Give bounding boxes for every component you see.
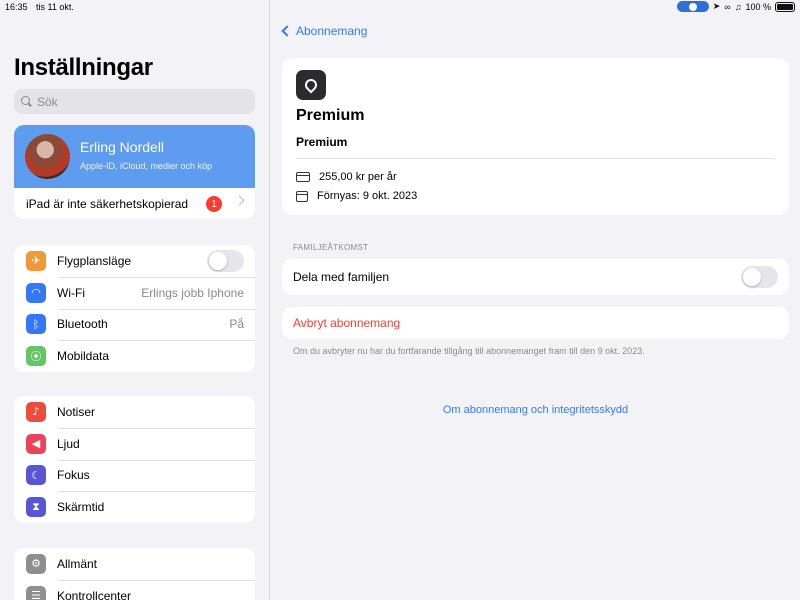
status-indicators: ➤ ∞ ♫ 100 % bbox=[676, 1, 795, 12]
back-button[interactable]: Abonnemang bbox=[280, 24, 367, 38]
search-bar[interactable] bbox=[14, 89, 255, 114]
sidebar-item-wifi[interactable]: ◠ Wi-Fi Erlings jobb Iphone bbox=[14, 276, 255, 309]
link-icon: ∞ bbox=[724, 1, 731, 12]
sidebar-item-focus[interactable]: ☾ Fokus bbox=[14, 459, 255, 492]
back-label: Abonnemang bbox=[296, 24, 368, 38]
status-time: 16:35 bbox=[5, 2, 28, 12]
bluetooth-value: På bbox=[229, 317, 244, 332]
speaker-icon: ◀ bbox=[26, 433, 46, 454]
sidebar-item-label: Bluetooth bbox=[57, 317, 108, 332]
sidebar-item-control-center[interactable]: ☰ Kontrollcenter bbox=[14, 579, 255, 600]
apple-id-row[interactable]: Erling Nordell Apple-ID, iCloud, medier … bbox=[14, 125, 255, 188]
cancel-subscription-label: Avbryt abonnemang bbox=[293, 316, 401, 330]
chevron-right-icon bbox=[234, 195, 245, 206]
sidebar-item-label: Mobildata bbox=[57, 349, 110, 364]
subscription-plan: Premium bbox=[296, 135, 348, 149]
location-icon: ➤ bbox=[712, 1, 721, 11]
bell-icon: ♪ bbox=[26, 401, 46, 422]
wifi-icon: ◠ bbox=[26, 282, 46, 303]
wifi-network-value: Erlings jobb Iphone bbox=[141, 285, 244, 300]
general-group: ⚙ Allmänt ☰ Kontrollcenter bbox=[14, 548, 255, 600]
family-sharing-label: Dela med familjen bbox=[293, 270, 390, 284]
antenna-icon: ⦿ bbox=[26, 346, 46, 367]
search-input[interactable] bbox=[37, 94, 237, 109]
page-title: Inställningar bbox=[14, 54, 153, 81]
bluetooth-icon: ᛒ bbox=[26, 314, 46, 335]
cancel-note: Om du avbryter nu har du fortfarande til… bbox=[293, 346, 645, 356]
app-icon bbox=[296, 70, 326, 100]
subscription-detail-pane: Abonnemang Premium Premium 255,00 kr per… bbox=[271, 0, 800, 600]
notifications-group: ♪ Notiser ◀ Ljud ☾ Fokus ⧗ Skärmtid bbox=[14, 396, 255, 523]
renewal-text: Förnyas: 9 okt. 2023 bbox=[317, 190, 418, 202]
sidebar-item-general[interactable]: ⚙ Allmänt bbox=[14, 548, 255, 580]
connectivity-group: ✈ Flygplansläge ◠ Wi-Fi Erlings jobb Iph… bbox=[14, 245, 255, 372]
cancel-subscription-button[interactable]: Avbryt abonnemang bbox=[282, 307, 789, 339]
moon-icon: ☾ bbox=[26, 465, 46, 486]
sidebar-item-label: Flygplansläge bbox=[57, 253, 132, 268]
screen-recording-icon bbox=[676, 1, 709, 12]
sidebar-item-label: Notiser bbox=[57, 404, 96, 419]
search-icon bbox=[21, 96, 32, 107]
divider bbox=[296, 158, 775, 159]
battery-percent: 100 % bbox=[745, 1, 771, 12]
sidebar-item-label: Wi-Fi bbox=[57, 285, 85, 300]
family-section-header: FAMILJEÅTKOMST bbox=[293, 243, 369, 252]
family-sharing-toggle[interactable] bbox=[741, 266, 778, 288]
price-text: 255,00 kr per år bbox=[319, 171, 397, 183]
airplane-mode-toggle[interactable] bbox=[207, 249, 244, 272]
sidebar-item-label: Ljud bbox=[57, 436, 80, 451]
settings-sidebar: Inställningar Erling Nordell Apple-ID, i… bbox=[0, 0, 270, 600]
sidebar-item-label: Skärmtid bbox=[57, 500, 105, 515]
airplane-icon: ✈ bbox=[26, 250, 46, 271]
backup-warning-row[interactable]: iPad är inte säkerhetskopierad 1 bbox=[14, 188, 255, 219]
subscription-card: Premium Premium 255,00 kr per år Förnyas… bbox=[282, 58, 789, 215]
renewal-row: Förnyas: 9 okt. 2023 bbox=[296, 190, 417, 202]
credit-card-icon bbox=[296, 172, 310, 182]
battery-icon bbox=[775, 1, 795, 12]
privacy-link[interactable]: Om abonnemang och integritetsskydd bbox=[271, 404, 800, 416]
sidebar-item-sounds[interactable]: ◀ Ljud bbox=[14, 427, 255, 460]
backup-warning-label: iPad är inte säkerhetskopierad bbox=[26, 196, 189, 211]
sidebar-item-label: Kontrollcenter bbox=[57, 588, 132, 600]
chevron-left-icon bbox=[281, 25, 293, 37]
avatar bbox=[25, 134, 70, 179]
notification-badge: 1 bbox=[206, 196, 222, 212]
location-pin-icon bbox=[302, 76, 320, 94]
calendar-icon bbox=[296, 190, 308, 202]
sidebar-item-label: Fokus bbox=[57, 468, 90, 483]
switches-icon: ☰ bbox=[26, 585, 46, 600]
family-sharing-row: Dela med familjen bbox=[282, 259, 789, 295]
price-row: 255,00 kr per år bbox=[296, 171, 397, 183]
headphones-icon: ♫ bbox=[734, 1, 742, 12]
profile-name: Erling Nordell bbox=[80, 139, 165, 155]
subscription-title: Premium bbox=[296, 107, 365, 124]
sidebar-item-screen-time[interactable]: ⧗ Skärmtid bbox=[14, 491, 255, 523]
sidebar-item-notifications[interactable]: ♪ Notiser bbox=[14, 396, 255, 428]
sidebar-item-label: Allmänt bbox=[57, 556, 98, 571]
hourglass-icon: ⧗ bbox=[26, 497, 46, 518]
sidebar-item-mobile-data[interactable]: ⦿ Mobildata bbox=[14, 340, 255, 372]
profile-card: Erling Nordell Apple-ID, iCloud, medier … bbox=[14, 125, 255, 219]
sidebar-item-bluetooth[interactable]: ᛒ Bluetooth På bbox=[14, 308, 255, 341]
profile-subtitle: Apple-ID, iCloud, medier och köp bbox=[80, 161, 213, 171]
gear-icon: ⚙ bbox=[26, 553, 46, 574]
status-bar: 16:35 tis 11 okt. ➤ ∞ ♫ 100 % bbox=[0, 0, 800, 14]
status-date: tis 11 okt. bbox=[36, 2, 74, 12]
sidebar-item-airplane-mode[interactable]: ✈ Flygplansläge bbox=[14, 245, 255, 277]
